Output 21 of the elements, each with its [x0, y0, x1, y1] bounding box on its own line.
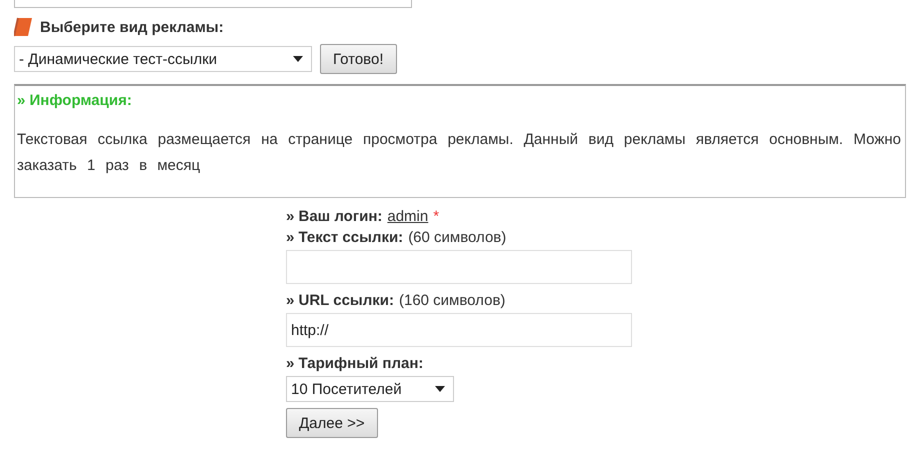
- field-label: » Текст ссылки:: [286, 229, 404, 246]
- ad-type-select[interactable]: - Динамические тест-ссылки: [14, 46, 312, 72]
- done-button[interactable]: Готово!: [320, 44, 396, 74]
- dropdown-caret-icon: [293, 56, 303, 62]
- field-hint: (160 символов): [398, 292, 506, 309]
- field-label: » Тарифный план:: [286, 355, 424, 372]
- dropdown-caret-icon: [435, 386, 445, 392]
- info-title: » Информация:: [17, 92, 133, 109]
- required-mark: *: [433, 208, 440, 225]
- info-text: Текстовая ссылка размещается на странице просмотра рекламы. Данный вид рекламы является основным. Можно заказать 1 раз в месяц: [17, 130, 901, 176]
- next-button[interactable]: Далее >>: [286, 408, 378, 438]
- book-icon: [14, 16, 34, 38]
- field-label: » URL ссылки:: [286, 292, 394, 309]
- section-heading: Выберите вид рекламы:: [40, 18, 224, 36]
- input-field[interactable]: [14, 0, 412, 8]
- field-hint: (60 символов): [408, 229, 506, 246]
- input-field[interactable]: http://: [286, 313, 632, 347]
- input-field[interactable]: [286, 250, 632, 284]
- login-label: » Ваш логин:: [286, 208, 382, 225]
- login-link[interactable]: admin: [387, 208, 428, 225]
- plan-select[interactable]: 10 Посетителей: [286, 376, 454, 402]
